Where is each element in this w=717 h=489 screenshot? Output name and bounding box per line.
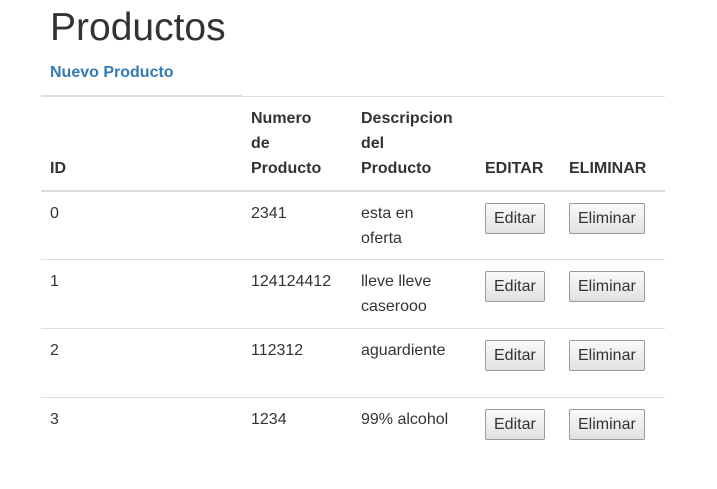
cell-eliminar: Eliminar [560, 398, 665, 467]
edit-button[interactable]: Editar [485, 340, 545, 371]
edit-button[interactable]: Editar [485, 409, 545, 440]
column-header-eliminar: ELIMINAR [560, 96, 665, 192]
table-row: 3 1234 99% alcohol Editar Eliminar [41, 398, 665, 467]
new-product-link[interactable]: Nuevo Producto [50, 63, 174, 83]
cell-editar: Editar [476, 259, 560, 329]
column-header-descripcion: Descripcion del Producto [352, 96, 476, 192]
cell-descripcion-line: aguardiente [361, 342, 446, 359]
cell-descripcion: 99% alcohol [352, 398, 476, 467]
cell-numero: 124124412 [242, 259, 352, 329]
cell-descripcion-line: 99% alcohol [361, 411, 449, 428]
column-header-eliminar-label: ELIMINAR [569, 159, 647, 177]
cell-descripcion: aguardiente [352, 328, 476, 398]
column-header-numero-line: Numero [251, 109, 312, 127]
cell-descripcion: esta en oferta [352, 190, 476, 260]
products-table: ID Numero de Producto Descripcion del Pr… [41, 96, 665, 467]
cell-id: 3 [50, 411, 59, 428]
cell-numero: 2341 [242, 190, 352, 260]
cell-editar: Editar [476, 398, 560, 467]
edit-button[interactable]: Editar [485, 271, 545, 302]
edit-button[interactable]: Editar [485, 202, 545, 234]
column-header-descripcion-line: Producto [361, 159, 432, 177]
page-title: Productos [50, 6, 226, 49]
cell-descripcion-line: caserooo [361, 298, 427, 315]
column-header-descripcion-line: del [361, 134, 385, 152]
cell-numero: 112312 [242, 328, 352, 398]
cell-descripcion-line: esta en [361, 204, 414, 222]
cell-id: 0 [41, 190, 242, 260]
delete-button[interactable]: Eliminar [569, 340, 645, 371]
table-row: 2 112312 aguardiente Editar Eliminar [41, 328, 665, 398]
cell-eliminar: Eliminar [560, 259, 665, 329]
cell-id: 1 [41, 259, 242, 329]
delete-button[interactable]: Eliminar [569, 202, 645, 234]
table-row: 1 124124412 lleve lleve caserooo Editar … [41, 259, 665, 329]
cell-eliminar: Eliminar [560, 190, 665, 260]
cell-editar: Editar [476, 190, 560, 260]
column-header-editar: EDITAR [476, 96, 560, 192]
column-header-numero: Numero de Producto [242, 96, 352, 192]
column-header-editar-label: EDITAR [485, 159, 544, 177]
cell-descripcion: lleve lleve caserooo [352, 259, 476, 329]
column-header-descripcion-line: Descripcion [361, 109, 453, 127]
delete-button[interactable]: Eliminar [569, 271, 645, 302]
table-header-row: ID Numero de Producto Descripcion del Pr… [41, 96, 665, 192]
cell-id: 2 [41, 328, 242, 398]
column-header-numero-line: de [251, 134, 270, 152]
delete-button[interactable]: Eliminar [569, 409, 645, 440]
table-row: 0 2341 esta en oferta Editar Eliminar [41, 190, 665, 260]
cell-editar: Editar [476, 328, 560, 398]
column-header-numero-line: Producto [251, 159, 322, 177]
cell-descripcion-line: lleve lleve [361, 273, 432, 290]
column-header-id-label: ID [50, 159, 66, 177]
cell-numero: 1234 [251, 411, 287, 428]
cell-descripcion-line: oferta [361, 229, 402, 247]
column-header-id: ID [41, 96, 242, 192]
cell-eliminar: Eliminar [560, 328, 665, 398]
